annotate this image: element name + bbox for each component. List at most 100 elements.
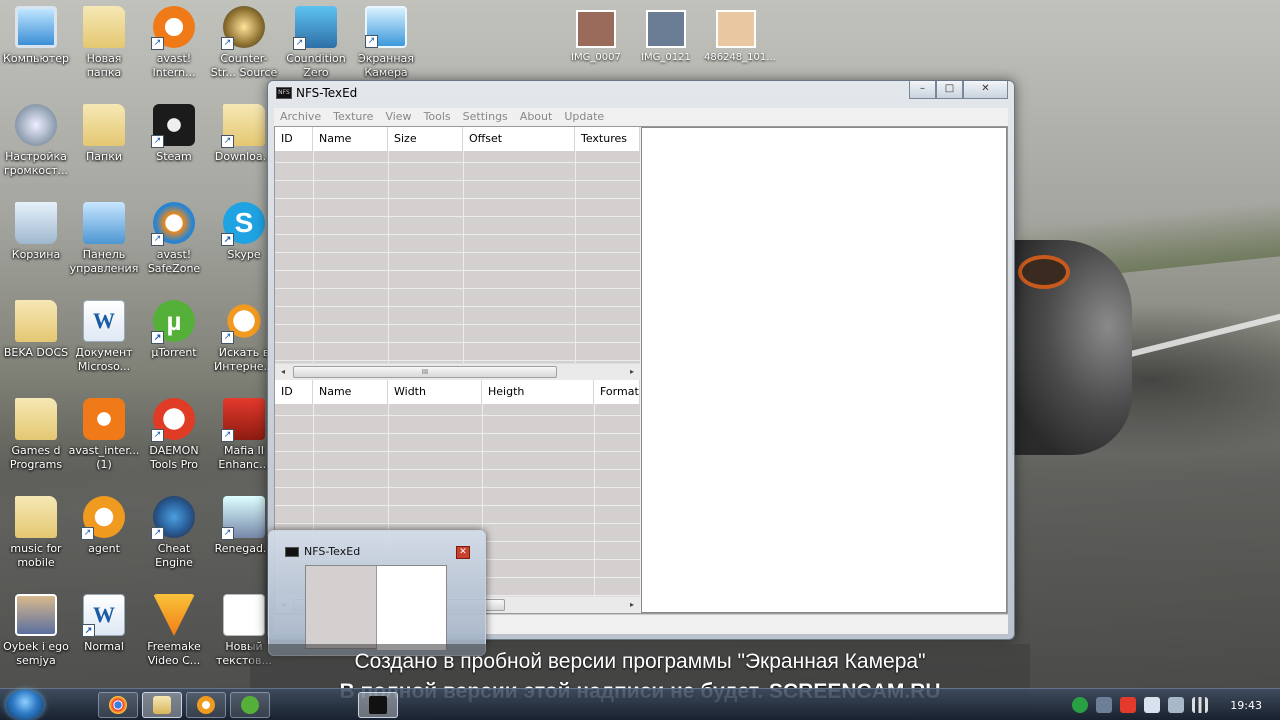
- app-icon: [285, 547, 299, 557]
- desktop-icon-steam[interactable]: ↗ Steam: [138, 98, 210, 164]
- desktop-icon-normal[interactable]: W ↗ Normal: [68, 588, 140, 654]
- popup-close-button[interactable]: ✕: [456, 546, 470, 559]
- scroll-right-icon[interactable]: ▸: [624, 364, 640, 380]
- folder-icon: [83, 6, 125, 48]
- start-button[interactable]: [6, 690, 44, 720]
- desktop-icon-avast[interactable]: ↗ avast! Intern...: [138, 0, 210, 80]
- scroll-thumb[interactable]: III: [293, 366, 557, 378]
- cheat-icon: ↗: [151, 496, 195, 540]
- desktop-icon-label: Документ Microso...: [75, 346, 133, 373]
- desktop-icon-music-mobile[interactable]: music for mobile: [0, 490, 72, 570]
- desktop-icon-freemake[interactable]: ↗ Freemake Video C...: [138, 588, 210, 668]
- column-header-textures[interactable]: Textures: [575, 127, 640, 151]
- desktop-icon-label: Counter-Str... Source: [210, 52, 278, 79]
- window-thumbnail[interactable]: [305, 565, 447, 650]
- thumbnail-preview-area: [376, 566, 446, 650]
- desktop-icon-label: Папки: [86, 150, 122, 163]
- column-header-format[interactable]: Format: [594, 380, 640, 404]
- desktop-icon-screen-camera[interactable]: ↗ Экранная Камера: [350, 0, 422, 80]
- utorrent-tray-icon[interactable]: [1072, 697, 1089, 713]
- taskbar-chrome-button[interactable]: [98, 692, 138, 718]
- menu-view[interactable]: View: [379, 108, 417, 126]
- maximize-button[interactable]: □: [936, 81, 963, 99]
- column-header-offset[interactable]: Offset: [463, 127, 575, 151]
- column-header-id[interactable]: ID: [275, 380, 313, 404]
- menu-tools[interactable]: Tools: [418, 108, 457, 126]
- doc-icon: [223, 594, 265, 636]
- desktop-icon-label: BEKA DOCS: [3, 346, 69, 359]
- taskbar-agent-button[interactable]: [186, 692, 226, 718]
- taskbar-utorrent-button[interactable]: [230, 692, 270, 718]
- desktop-icon-sound-settings[interactable]: Настройка громкост...: [0, 98, 72, 178]
- search-icon: ↗: [221, 300, 265, 344]
- column-header-size[interactable]: Size: [388, 127, 463, 151]
- desktop-icon-label: Steam: [156, 150, 192, 163]
- desktop-icon-computer[interactable]: Компьютер: [0, 0, 72, 66]
- column-header-id[interactable]: ID: [275, 127, 313, 151]
- column-header-name[interactable]: Name: [313, 127, 388, 151]
- taskbar-nfs-texed-button[interactable]: [358, 692, 398, 718]
- scroll-right-icon[interactable]: ▸: [624, 597, 640, 613]
- minimize-button[interactable]: –: [909, 81, 936, 99]
- shortcut-arrow-icon: ↗: [151, 331, 164, 344]
- desktop-icon-label: Экранная Камера: [358, 52, 414, 79]
- folder-icon: [15, 300, 57, 342]
- window-title: NFS-TexEd: [296, 86, 358, 100]
- desktop-icon-control-panel[interactable]: Панель управления: [68, 196, 140, 276]
- menu-settings[interactable]: Settings: [457, 108, 514, 126]
- desktop-icon-label: Компьютер: [3, 52, 69, 65]
- desktop-icon-daemon-tools[interactable]: ↗ DAEMON Tools Pro: [138, 392, 210, 472]
- desktop-icon-folders[interactable]: Папки: [68, 98, 140, 164]
- scroll-left-icon[interactable]: ◂: [275, 364, 291, 380]
- column-header-name[interactable]: Name: [313, 380, 388, 404]
- desktop-icon-oybek[interactable]: Oybek i ego semjya: [0, 588, 72, 668]
- desktop-icon-label: Настройка громкост...: [3, 150, 69, 177]
- mailagent-icon: ↗: [81, 496, 125, 540]
- column-header-heigth[interactable]: Heigth: [482, 380, 594, 404]
- battery-icon[interactable]: [1144, 697, 1161, 713]
- background-road-line: [1122, 307, 1280, 359]
- desktop-icon-label: agent: [88, 542, 120, 555]
- desktop-icon-agent[interactable]: ↗ agent: [68, 490, 140, 556]
- desktop-icon-avast-inter[interactable]: avast_inter... (1): [68, 392, 140, 472]
- image-thumbnail-icon: [646, 10, 686, 48]
- menu-archive[interactable]: Archive: [274, 108, 327, 126]
- close-button[interactable]: ✕: [963, 81, 1008, 99]
- desktop-icon-games-programs[interactable]: Games d Programs: [0, 392, 72, 472]
- clock[interactable]: 19:43: [1230, 699, 1262, 712]
- desktop-icon-beka-docs[interactable]: BEKA DOCS: [0, 294, 72, 360]
- mafia-icon: ↗: [221, 398, 265, 442]
- archive-col-divider: [575, 151, 576, 363]
- archive-table[interactable]: ID Name Size Offset Textures: [275, 127, 640, 363]
- image-thumbnail-icon: [716, 10, 756, 48]
- cs-icon: ↗: [221, 6, 265, 50]
- archive-hscrollbar[interactable]: ◂ III ▸: [275, 363, 640, 380]
- menu-about[interactable]: About: [514, 108, 559, 126]
- signal-icon[interactable]: [1192, 697, 1209, 713]
- desktop-image-file[interactable]: IMG_0007: [564, 4, 628, 63]
- archive-table-header: ID Name Size Offset Textures: [275, 127, 640, 151]
- desktop-icon-cheat-engine[interactable]: ↗ Cheat Engine: [138, 490, 210, 570]
- desktop-icon-new-folder[interactable]: Новая папка: [68, 0, 140, 80]
- column-header-width[interactable]: Width: [388, 380, 482, 404]
- desktop-icon-recycle-bin[interactable]: Корзина: [0, 196, 72, 262]
- desktop-icon-utorrent[interactable]: µ ↗ µTorrent: [138, 294, 210, 360]
- desktop-icon-cs-source[interactable]: ↗ Counter-Str... Source: [208, 0, 280, 80]
- menu-texture[interactable]: Texture: [327, 108, 379, 126]
- desktop-image-file[interactable]: IMG_0121: [634, 4, 698, 63]
- desktop-image-label: 486248_101...: [704, 52, 776, 63]
- desktop-icon-avast-safezone[interactable]: ↗ avast! SafeZone: [138, 196, 210, 276]
- taskbar-thumbnail-popup[interactable]: NFS-TexEd ✕: [268, 530, 486, 656]
- volume-icon[interactable]: [1168, 697, 1185, 713]
- pc-icon: [15, 6, 57, 48]
- network-arrow-icon[interactable]: [1096, 697, 1113, 713]
- flag-icon[interactable]: [1120, 697, 1137, 713]
- menu-update[interactable]: Update: [558, 108, 610, 126]
- window-titlebar[interactable]: NFS NFS-TexEd – □ ✕: [268, 81, 1014, 105]
- desktop-image-file[interactable]: 486248_101...: [704, 4, 776, 63]
- panel-icon: [83, 202, 125, 244]
- desktop-icon-condition-zero[interactable]: ↗ Coundition Zero: [280, 0, 352, 80]
- taskbar-explorer-button[interactable]: [142, 692, 182, 718]
- daemon-icon: ↗: [151, 398, 195, 442]
- desktop-icon-word-doc[interactable]: W Документ Microso...: [68, 294, 140, 374]
